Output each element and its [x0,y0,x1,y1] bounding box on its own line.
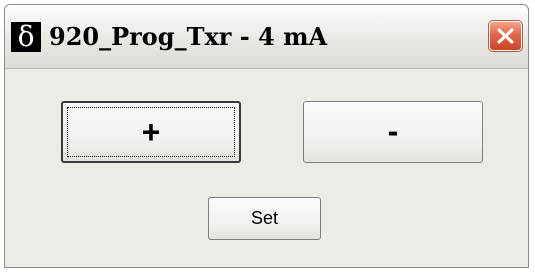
close-icon [497,28,514,44]
decrement-button-label: - [387,113,399,149]
dialog-window: δ 920_Prog_Txr - 4 mA + - Set [4,4,529,268]
set-button[interactable]: Set [208,197,321,240]
dialog-client-area: + - Set [5,69,528,267]
window-title: 920_Prog_Txr - 4 mA [49,22,328,51]
increment-button[interactable]: + [61,101,241,163]
delta-app-icon[interactable]: δ [11,22,41,52]
decrement-button[interactable]: - [303,101,483,163]
title-bar[interactable]: δ 920_Prog_Txr - 4 mA [5,5,528,69]
set-button-label: Set [250,208,279,228]
increment-button-label: + [141,114,161,150]
close-button[interactable] [488,20,523,52]
